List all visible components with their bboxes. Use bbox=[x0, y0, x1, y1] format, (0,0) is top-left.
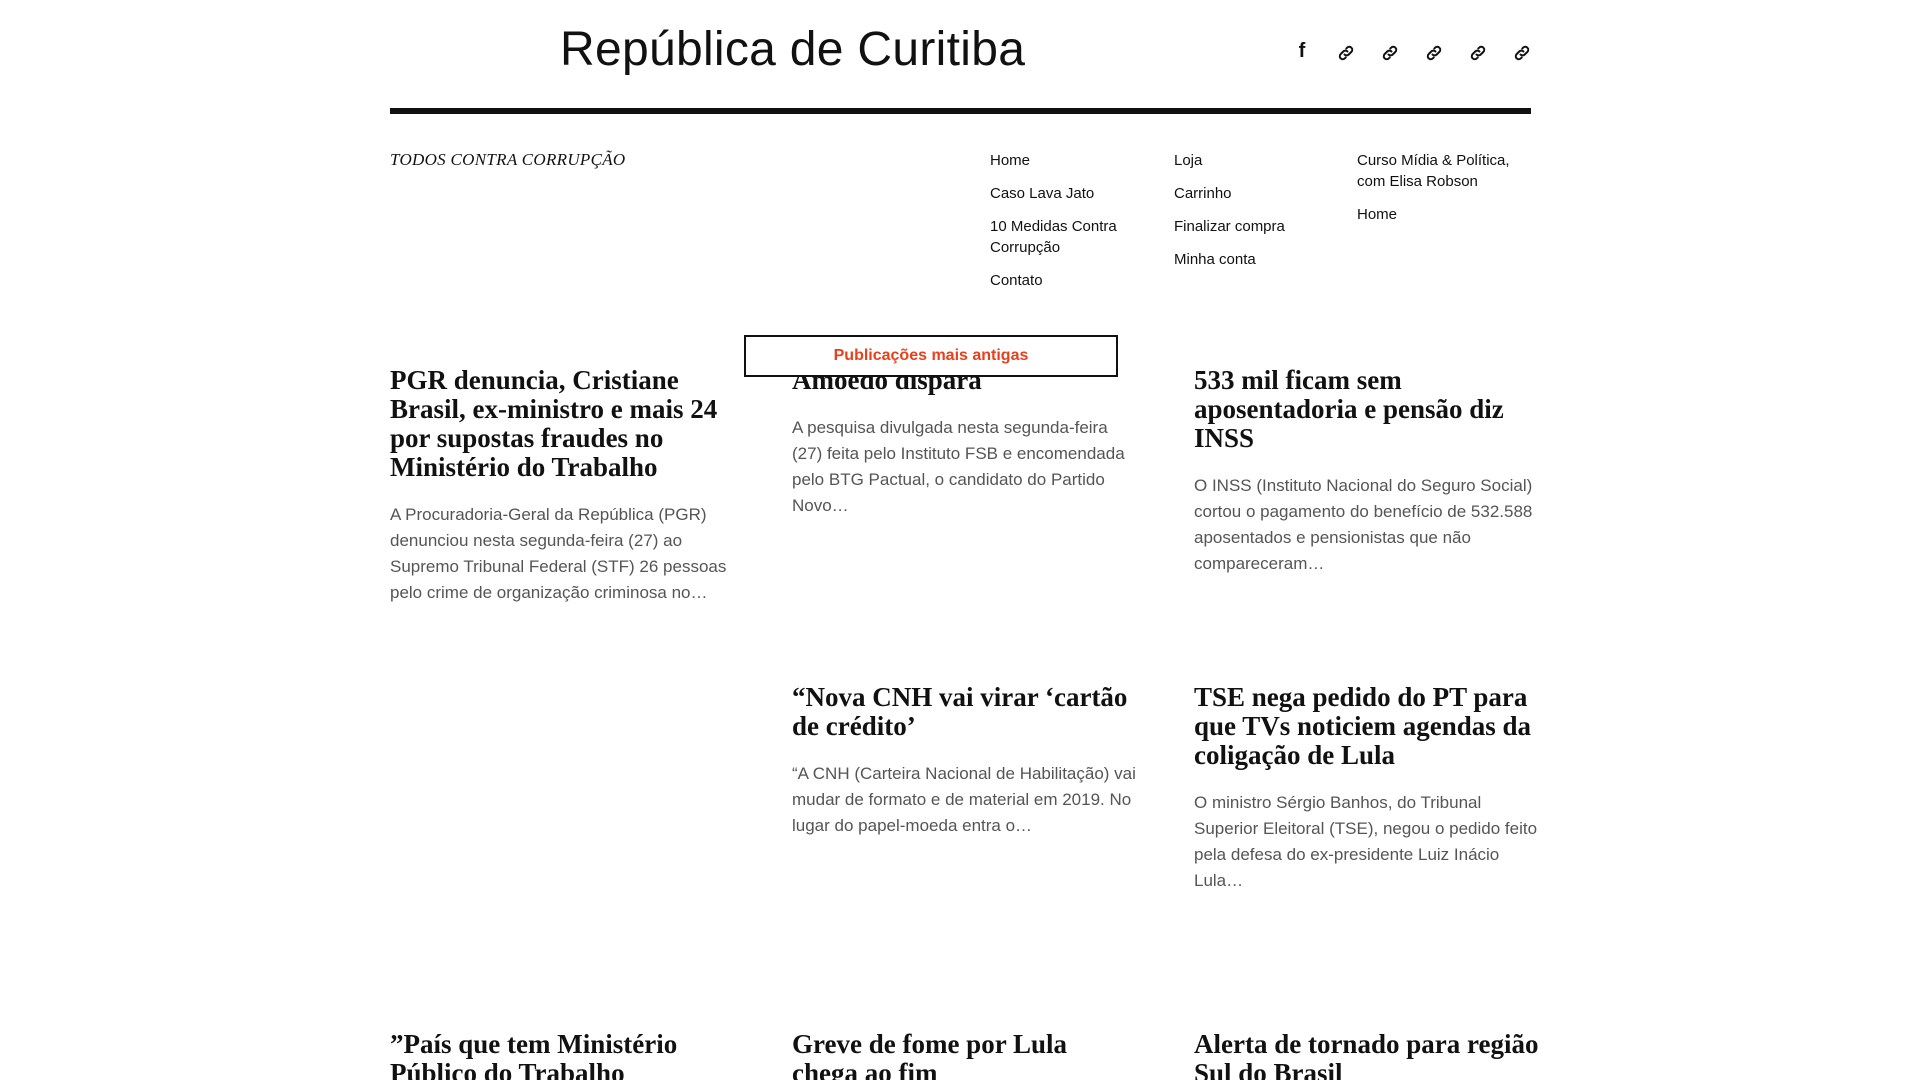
link-icon[interactable] bbox=[1368, 38, 1412, 64]
link-icon[interactable] bbox=[1456, 38, 1500, 64]
post-excerpt: O INSS (Instituto Nacional do Seguro Soc… bbox=[1194, 476, 1533, 573]
post-title[interactable]: TSE nega pedido do PT para que TVs notic… bbox=[1194, 683, 1539, 770]
post-card: Amoêdo dispara A pesquisa divulgada nest… bbox=[792, 366, 1137, 519]
nav-item-curso-midia[interactable]: Curso Mídia & Política, com Elisa Robson bbox=[1357, 150, 1532, 192]
nav-column-3: Curso Mídia & Política, com Elisa Robson… bbox=[1357, 150, 1532, 237]
post-card: 533 mil ficam sem aposentadoria e pensão… bbox=[1194, 366, 1539, 577]
nav-item-caso-lava-jato[interactable]: Caso Lava Jato bbox=[990, 183, 1165, 204]
page: República de Curitiba f TODOS CONTRA COR… bbox=[0, 0, 1920, 1080]
post-title[interactable]: PGR denuncia, Cristiane Brasil, ex-minis… bbox=[390, 366, 735, 482]
nav-item-finalizar-compra[interactable]: Finalizar compra bbox=[1174, 216, 1349, 237]
post-card: TSE nega pedido do PT para que TVs notic… bbox=[1194, 683, 1539, 894]
post-card: PGR denuncia, Cristiane Brasil, ex-minis… bbox=[390, 366, 735, 606]
post-title[interactable]: Greve de fome por Lula chega ao fim bbox=[792, 1030, 1137, 1080]
header-divider bbox=[390, 108, 1531, 114]
post-excerpt: O ministro Sérgio Banhos, do Tribunal Su… bbox=[1194, 793, 1538, 890]
post-card: Greve de fome por Lula chega ao fim bbox=[792, 1030, 1137, 1080]
nav-item-contato[interactable]: Contato bbox=[990, 270, 1165, 291]
link-icon[interactable] bbox=[1500, 38, 1544, 64]
nav-column-1: Home Caso Lava Jato 10 Medidas Contra Co… bbox=[990, 150, 1165, 303]
nav-item-carrinho[interactable]: Carrinho bbox=[1174, 183, 1349, 204]
social-links: f bbox=[1280, 38, 1544, 64]
link-icon[interactable] bbox=[1324, 38, 1368, 64]
nav-item-loja[interactable]: Loja bbox=[1174, 150, 1349, 171]
post-excerpt: A Procuradoria-Geral da República (PGR) … bbox=[390, 505, 727, 602]
facebook-icon[interactable]: f bbox=[1280, 38, 1324, 64]
nav-item-10-medidas[interactable]: 10 Medidas Contra Corrupção bbox=[990, 216, 1165, 258]
post-title[interactable]: ”País que tem Ministério Público do Trab… bbox=[390, 1030, 735, 1080]
post-card: “Nova CNH vai virar ‘cartão de crédito’ … bbox=[792, 683, 1137, 839]
older-posts-button[interactable]: Publicações mais antigas bbox=[744, 335, 1118, 377]
nav-item-home-2[interactable]: Home bbox=[1357, 204, 1532, 225]
nav-column-2: Loja Carrinho Finalizar compra Minha con… bbox=[1174, 150, 1349, 282]
post-excerpt: “A CNH (Carteira Nacional de Habilitação… bbox=[792, 764, 1136, 835]
nav-item-minha-conta[interactable]: Minha conta bbox=[1174, 249, 1349, 270]
post-excerpt: A pesquisa divulgada nesta segunda-feira… bbox=[792, 418, 1125, 515]
nav-item-home[interactable]: Home bbox=[990, 150, 1165, 171]
post-card: Alerta de tornado para região Sul do Bra… bbox=[1194, 1030, 1539, 1080]
post-title[interactable]: Alerta de tornado para região Sul do Bra… bbox=[1194, 1030, 1539, 1080]
site-title[interactable]: República de Curitiba bbox=[560, 22, 1025, 77]
post-title[interactable]: “Nova CNH vai virar ‘cartão de crédito’ bbox=[792, 683, 1137, 741]
site-tagline: TODOS CONTRA CORRUPÇÃO bbox=[390, 150, 626, 169]
link-icon[interactable] bbox=[1412, 38, 1456, 64]
post-title[interactable]: 533 mil ficam sem aposentadoria e pensão… bbox=[1194, 366, 1539, 453]
post-card: ”País que tem Ministério Público do Trab… bbox=[390, 1030, 735, 1080]
